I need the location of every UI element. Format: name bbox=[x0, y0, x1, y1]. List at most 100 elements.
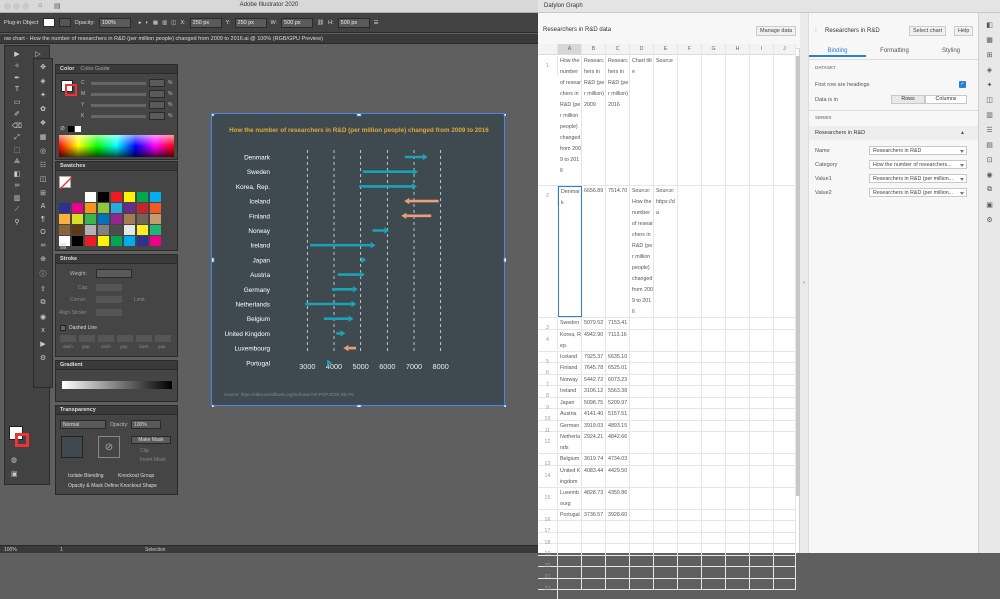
type-tool-icon[interactable]: T bbox=[7, 84, 27, 95]
panel-toggle-icon-13[interactable]: ▣ bbox=[986, 201, 993, 209]
pathfinder-icon[interactable]: ◫ bbox=[40, 175, 47, 183]
color-spectrum[interactable] bbox=[59, 135, 174, 157]
change-arrow-head[interactable] bbox=[352, 286, 358, 293]
data-cell[interactable] bbox=[702, 186, 726, 317]
data-cell[interactable] bbox=[630, 329, 654, 351]
data-cell[interactable] bbox=[654, 318, 678, 329]
data-cell[interactable]: Source: How the number of researchers in… bbox=[630, 186, 654, 317]
data-cell[interactable] bbox=[750, 363, 774, 374]
change-arrow-head[interactable] bbox=[384, 227, 390, 234]
image-trace-icon[interactable]: ◉ bbox=[40, 313, 46, 321]
opacity-mask-checkbox[interactable]: Opacity & Mask Define Knockout Shape bbox=[68, 483, 157, 489]
free-transform-icon[interactable]: ⬚ bbox=[7, 144, 27, 155]
data-cell[interactable] bbox=[630, 374, 654, 385]
none-color-icon[interactable]: ⊘ bbox=[60, 125, 65, 132]
data-cell[interactable]: Austria bbox=[558, 409, 582, 420]
data-cell[interactable] bbox=[750, 397, 774, 408]
zoom-level[interactable]: 100% bbox=[4, 547, 17, 553]
document-tab[interactable]: ow chart - How the number of researchers… bbox=[0, 34, 538, 44]
color-tab[interactable]: Color bbox=[60, 66, 74, 72]
data-cell[interactable] bbox=[750, 186, 774, 317]
column-header[interactable]: I bbox=[750, 44, 774, 54]
channel-value-field[interactable] bbox=[149, 90, 165, 98]
make-mask-button[interactable]: Make Mask bbox=[131, 436, 171, 444]
data-cell[interactable] bbox=[726, 363, 750, 374]
data-cell[interactable] bbox=[726, 186, 750, 317]
style-icon[interactable]: ▸ bbox=[139, 20, 142, 26]
data-cell[interactable] bbox=[702, 454, 726, 465]
data-cell[interactable] bbox=[702, 56, 726, 185]
data-cell[interactable] bbox=[630, 487, 654, 509]
data-cell[interactable] bbox=[702, 397, 726, 408]
mask-thumbnail-icon[interactable]: ⊘ bbox=[98, 436, 120, 458]
data-cell[interactable] bbox=[702, 351, 726, 362]
data-cell[interactable]: 3619.74 bbox=[582, 454, 606, 465]
stroke-color-box[interactable] bbox=[15, 433, 29, 447]
blend-mode-select[interactable]: Normal bbox=[60, 420, 106, 429]
clip-checkbox[interactable]: Clip bbox=[140, 448, 149, 454]
color-swatch[interactable] bbox=[137, 214, 148, 224]
rectangle-tool-icon[interactable]: ▭ bbox=[7, 96, 27, 107]
panel-toggle-icon-10[interactable]: ⊡ bbox=[987, 156, 993, 164]
panel-toggle-icon-6[interactable]: ◫ bbox=[986, 96, 993, 104]
shaper-icon[interactable]: ✐ bbox=[7, 108, 27, 119]
channel-slider[interactable] bbox=[91, 115, 146, 118]
color-swatch[interactable] bbox=[111, 236, 122, 246]
data-cell[interactable]: Luxembourg bbox=[558, 487, 582, 509]
category-select[interactable]: How the number of researchers... bbox=[869, 160, 967, 169]
color-swatch[interactable] bbox=[150, 225, 161, 235]
data-cell[interactable]: Source: https://da bbox=[654, 186, 678, 317]
data-cell[interactable] bbox=[678, 454, 702, 465]
help-button[interactable]: Help bbox=[954, 26, 974, 36]
distribute-icon[interactable]: ▥ bbox=[162, 20, 167, 26]
selection-tool-icon[interactable]: ▶ bbox=[7, 48, 27, 59]
symbols-icon[interactable]: ❖ bbox=[40, 119, 46, 127]
data-cell[interactable]: 4893.15 bbox=[606, 420, 630, 431]
data-cell[interactable]: 6073.23 bbox=[606, 374, 630, 385]
change-arrow-head[interactable] bbox=[361, 256, 367, 264]
data-cell[interactable] bbox=[582, 555, 606, 566]
corner-buttons[interactable] bbox=[96, 296, 122, 303]
color-swatch[interactable] bbox=[72, 236, 83, 246]
data-cell[interactable] bbox=[774, 420, 796, 431]
panel-toggle-icon-8[interactable]: ☰ bbox=[986, 126, 992, 134]
data-cell[interactable] bbox=[654, 363, 678, 374]
data-cell[interactable]: How the number of researchers in R&D (pe… bbox=[558, 56, 582, 185]
data-cell[interactable] bbox=[702, 386, 726, 397]
data-cell[interactable]: 3106.12 bbox=[582, 386, 606, 397]
data-cell[interactable] bbox=[582, 521, 606, 532]
color-swatch[interactable] bbox=[124, 192, 135, 202]
data-cell[interactable] bbox=[678, 386, 702, 397]
color-swatch[interactable] bbox=[98, 214, 109, 224]
navigator-icon[interactable]: ⊕ bbox=[40, 255, 46, 263]
data-cell[interactable] bbox=[606, 567, 630, 578]
eraser-icon[interactable]: ⌫ bbox=[7, 120, 27, 131]
column-header[interactable]: A bbox=[558, 44, 582, 54]
data-cell[interactable] bbox=[678, 186, 702, 317]
dash-gap-field[interactable] bbox=[79, 335, 95, 342]
data-cell[interactable]: 3736.57 bbox=[582, 509, 606, 520]
artboard-chart[interactable]: How the number of researchers in R&D (pe… bbox=[211, 113, 506, 407]
data-cell[interactable] bbox=[750, 420, 774, 431]
dashed-line-checkbox[interactable] bbox=[60, 325, 66, 331]
data-cell[interactable] bbox=[750, 454, 774, 465]
change-arrow-head[interactable] bbox=[404, 197, 410, 205]
data-cell[interactable]: 4350.86 bbox=[606, 487, 630, 509]
data-cell[interactable]: 4734.03 bbox=[606, 454, 630, 465]
data-cell[interactable] bbox=[654, 454, 678, 465]
data-cell[interactable] bbox=[702, 329, 726, 351]
color-swatch[interactable] bbox=[150, 236, 161, 246]
data-cell[interactable]: 4842.66 bbox=[606, 432, 630, 453]
data-cell[interactable] bbox=[654, 397, 678, 408]
data-cell[interactable] bbox=[606, 578, 630, 589]
data-cell[interactable] bbox=[702, 567, 726, 578]
data-cell[interactable] bbox=[726, 56, 750, 185]
data-cell[interactable] bbox=[654, 487, 678, 509]
collapse-icon[interactable]: ▴ bbox=[961, 129, 964, 136]
color-swatch[interactable] bbox=[137, 236, 148, 246]
data-cell[interactable] bbox=[726, 521, 750, 532]
data-cell[interactable]: 2924.21 bbox=[582, 432, 606, 453]
x-field[interactable]: 250 px bbox=[189, 17, 222, 28]
color-swatch[interactable] bbox=[111, 225, 122, 235]
data-cell[interactable]: 7645.78 bbox=[582, 363, 606, 374]
